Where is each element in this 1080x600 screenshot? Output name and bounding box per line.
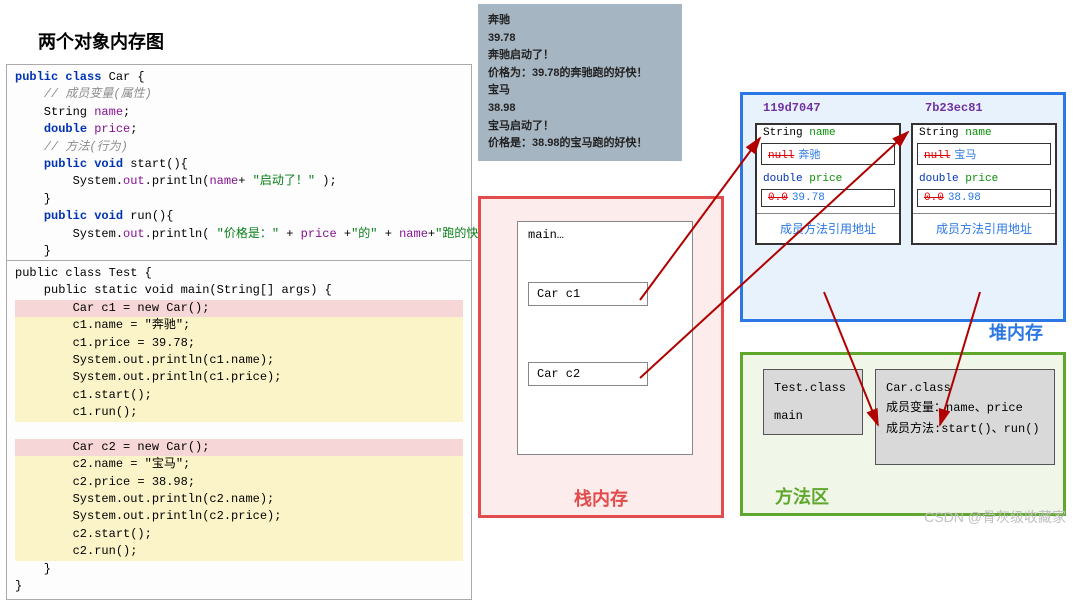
heap-object-2: String name null宝马 double price 0.038.98… xyxy=(911,123,1057,245)
code-test-text: public class Test { public static void m… xyxy=(7,261,471,599)
console-line: 宝马启动了！ xyxy=(488,118,672,136)
code-car-class: public class Car { // 成员变量(属性) String na… xyxy=(6,64,472,283)
heap-obj2-name: null宝马 xyxy=(917,143,1051,165)
console-line: 宝马 xyxy=(488,82,672,100)
heap-obj1-name: null奔驰 xyxy=(761,143,895,165)
method-area-test: Test.class main xyxy=(763,369,863,435)
heap-memory: 119d7047 7b23ec81 String String namename… xyxy=(740,92,1066,322)
stack-frame-main: main… Car c1 Car c2 xyxy=(517,221,693,455)
frame-label: main… xyxy=(528,228,682,242)
stack-memory: main… Car c1 Car c2 栈内存 xyxy=(478,196,724,518)
console-output: 奔驰 39.78 奔驰启动了！ 价格为：39.78的奔驰跑的好快！ 宝马 38.… xyxy=(478,4,682,161)
console-line: 奔驰 xyxy=(488,12,672,30)
heap-label: 堆内存 xyxy=(989,319,1043,345)
console-line: 39.78 xyxy=(488,30,672,48)
method-area-car: Car.class 成员变量：name、price 成员方法:start()、r… xyxy=(875,369,1055,465)
method-area-label: 方法区 xyxy=(775,483,829,509)
heap-obj1-price: 0.039.78 xyxy=(761,189,895,207)
method-area: Test.class main Car.class 成员变量：name、pric… xyxy=(740,352,1066,516)
stack-label: 栈内存 xyxy=(481,485,721,511)
console-line: 38.98 xyxy=(488,100,672,118)
heap-object-1: String String namename null奔驰 double pri… xyxy=(755,123,901,245)
heap-obj2-price: 0.038.98 xyxy=(917,189,1051,207)
diagram-title: 两个对象内存图 xyxy=(38,28,164,54)
console-line: 价格是：38.98的宝马跑的好快！ xyxy=(488,135,672,153)
console-line: 奔驰启动了！ xyxy=(488,47,672,65)
heap-addr-1: 119d7047 xyxy=(763,101,821,115)
heap-addr-2: 7b23ec81 xyxy=(925,101,983,115)
code-test-class: public class Test { public static void m… xyxy=(6,260,472,600)
stack-var-c1: Car c1 xyxy=(528,282,648,306)
heap-obj2-methodref: 成员方法引用地址 xyxy=(913,213,1055,243)
console-line: 价格为：39.78的奔驰跑的好快！ xyxy=(488,65,672,83)
stack-var-c2: Car c2 xyxy=(528,362,648,386)
heap-obj1-methodref: 成员方法引用地址 xyxy=(757,213,899,243)
code-car-text: public class Car { // 成员变量(属性) String na… xyxy=(7,65,471,282)
watermark: CSDN @骨灰级收藏家 xyxy=(924,507,1066,527)
